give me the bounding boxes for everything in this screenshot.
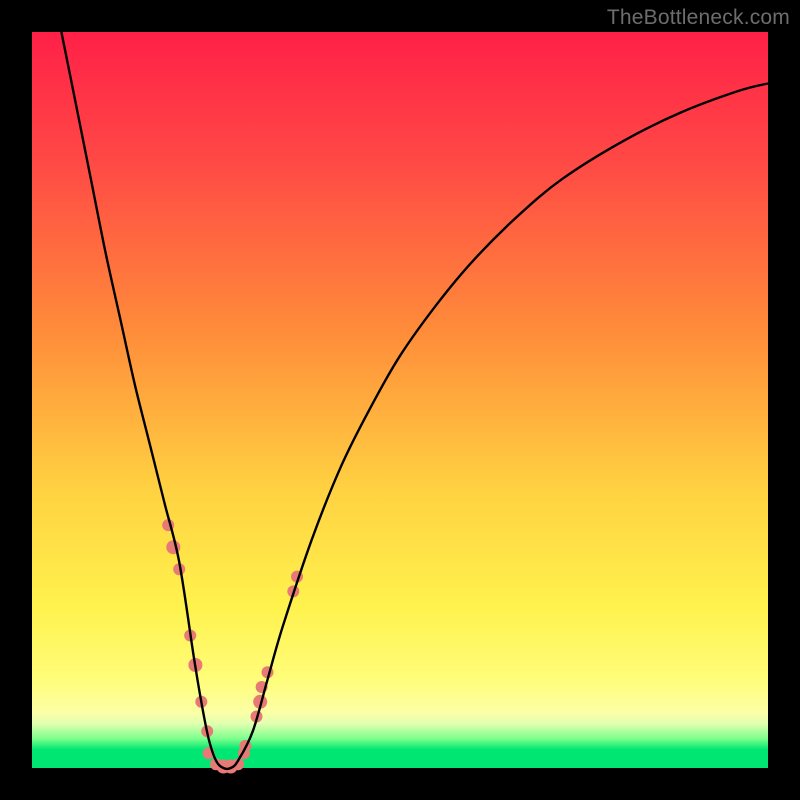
watermark-text: TheBottleneck.com bbox=[607, 6, 790, 30]
plot-area bbox=[32, 32, 768, 768]
markers-group bbox=[162, 519, 303, 773]
outer-frame: TheBottleneck.com bbox=[0, 0, 800, 800]
bottleneck-chart bbox=[32, 32, 768, 768]
bottleneck-curve-path bbox=[61, 32, 768, 769]
